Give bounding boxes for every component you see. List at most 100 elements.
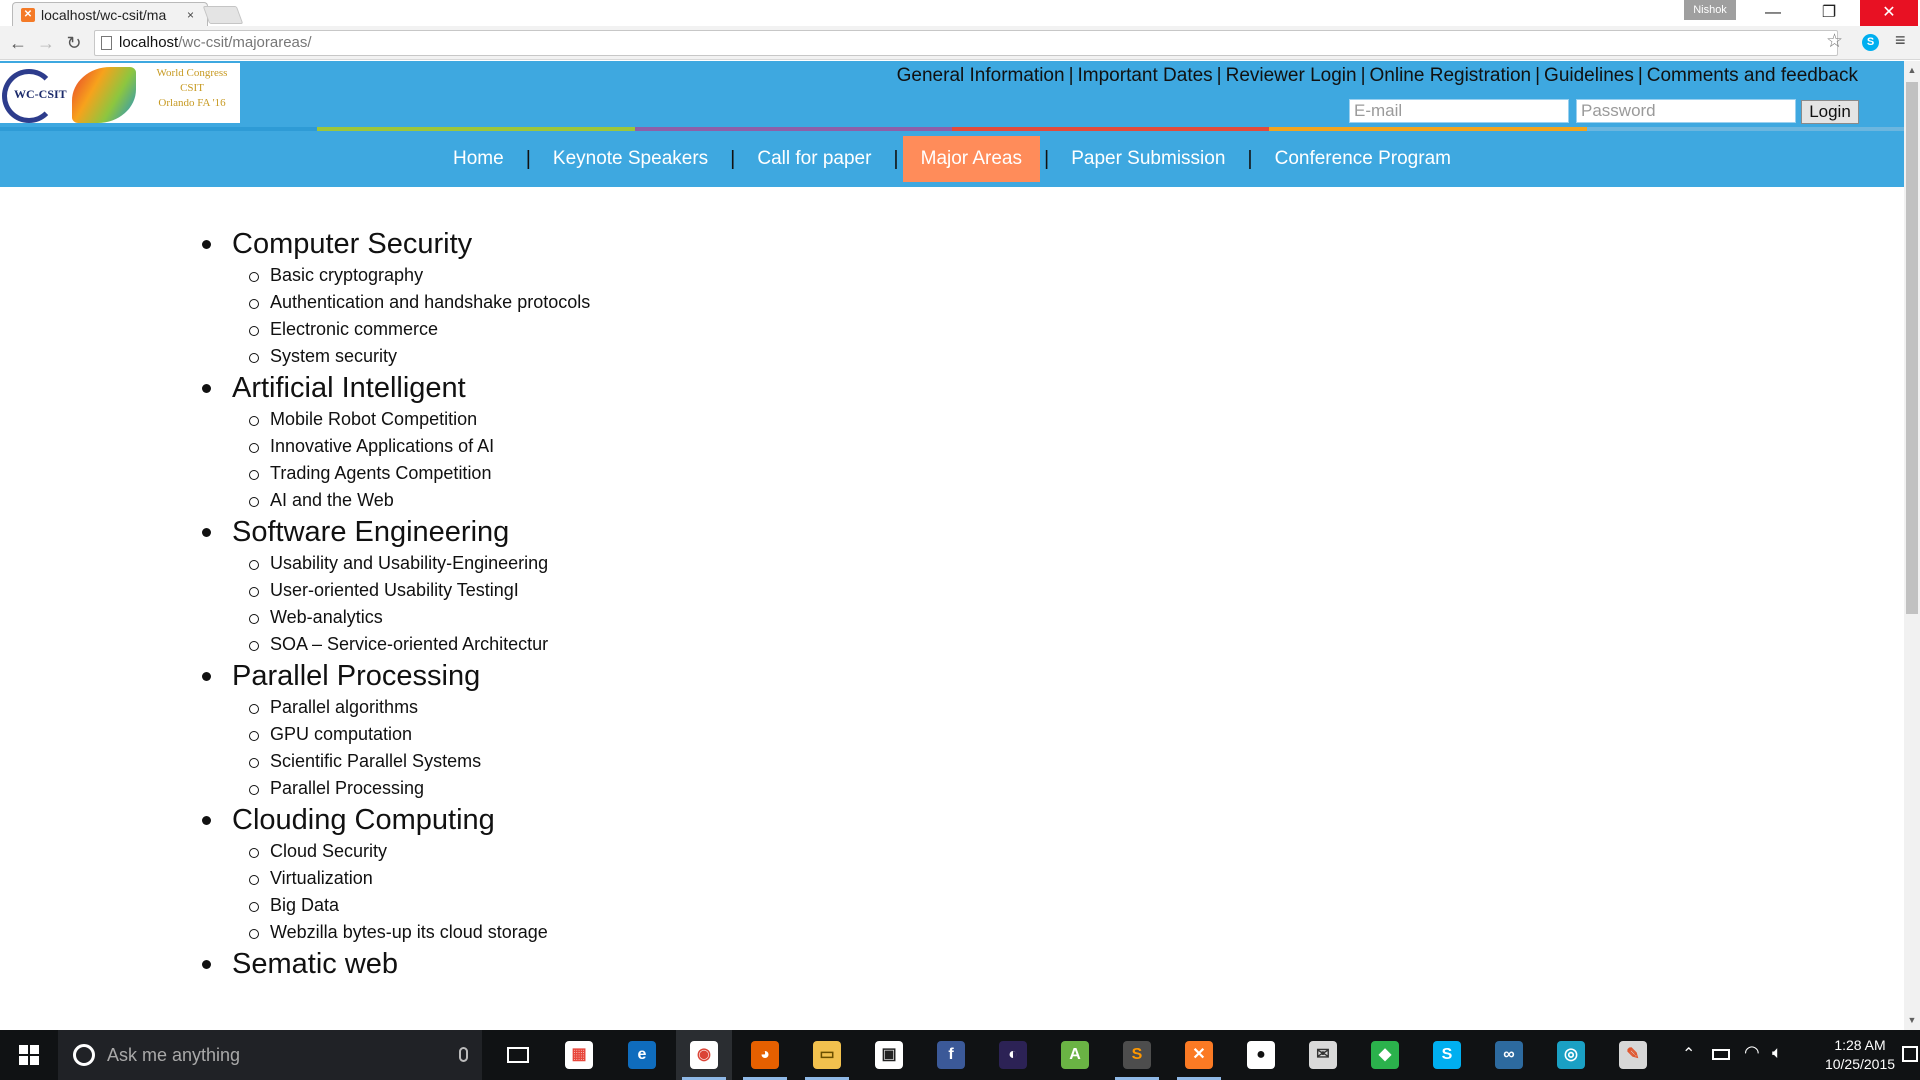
address-bar[interactable]: localhost/wc-csit/majorareas/ — [94, 30, 1838, 56]
main-nav: Home | Keynote Speakers | Call for paper… — [0, 131, 1904, 187]
restore-button[interactable]: ❐ — [1800, 0, 1858, 26]
link-guidelines[interactable]: Guidelines — [1544, 65, 1634, 86]
taskbar-eclipse[interactable]: ◐ — [985, 1030, 1041, 1080]
task-view-icon[interactable] — [507, 1047, 529, 1063]
taskbar-store-grid[interactable]: ▦ — [551, 1030, 607, 1080]
area-topic: Trading Agents Competition — [249, 460, 1132, 487]
link-comments-feedback[interactable]: Comments and feedback — [1647, 65, 1858, 86]
taskbar-android-studio[interactable]: A — [1047, 1030, 1103, 1080]
bookmark-star-icon[interactable]: ☆ — [1826, 30, 1843, 53]
link-important-dates[interactable]: Important Dates — [1078, 65, 1213, 86]
nav-keynote-speakers[interactable]: Keynote Speakers — [535, 136, 726, 182]
new-tab-button[interactable] — [202, 6, 244, 24]
minimize-button[interactable]: — — [1744, 0, 1802, 26]
site-logo[interactable]: WC-CSIT World Congress CSIT Orlando FA '… — [0, 63, 240, 123]
separator: | — [1637, 65, 1643, 86]
globe-icon: ◎ — [1557, 1041, 1585, 1069]
taskbar-edge[interactable]: e — [614, 1030, 670, 1080]
area-topic: Cloud Security — [249, 838, 1132, 865]
skype-extension-icon[interactable]: S — [1862, 34, 1879, 51]
link-reviewer-login[interactable]: Reviewer Login — [1226, 65, 1357, 86]
link-general-information[interactable]: General Information — [897, 65, 1065, 86]
page-icon — [101, 36, 112, 50]
taskbar-file-explorer[interactable]: ▭ — [799, 1030, 855, 1080]
tab-title: localhost/wc-csit/ma — [41, 6, 167, 23]
scroll-down-arrow-icon[interactable]: ▼ — [1904, 1012, 1920, 1028]
nav-home[interactable]: Home — [435, 136, 522, 182]
action-center-icon[interactable] — [1902, 1046, 1918, 1062]
taskbar-windows-store[interactable]: ▣ — [861, 1030, 917, 1080]
cortana-search-box[interactable]: Ask me anything — [58, 1030, 482, 1080]
scroll-thumb[interactable] — [1906, 82, 1918, 614]
close-window-button[interactable]: ✕ — [1860, 0, 1918, 26]
clock[interactable]: 1:28 AM 10/25/2015 — [1820, 1036, 1900, 1074]
area-topic: Scientific Parallel Systems — [249, 748, 1132, 775]
sublime-text-icon: S — [1123, 1041, 1151, 1069]
browser-tab[interactable]: ✕ localhost/wc-csit/ma × — [12, 2, 208, 26]
start-button[interactable] — [0, 1030, 58, 1080]
taskbar-firefox[interactable]: ◕ — [737, 1030, 793, 1080]
forward-arrow-icon[interactable]: → — [34, 32, 58, 54]
chrome-menu-icon[interactable]: ≡ — [1895, 30, 1906, 51]
xampp-favicon-icon: ✕ — [21, 7, 35, 22]
github-icon: ● — [1247, 1041, 1275, 1069]
logo-abbr: WC-CSIT — [14, 87, 67, 101]
area-topic: Big Data — [249, 892, 1132, 919]
firefox-icon: ◕ — [751, 1041, 779, 1069]
area-title: Artificial Intelligent — [202, 370, 1132, 406]
back-arrow-icon[interactable]: ← — [6, 32, 30, 54]
taskbar-globe[interactable]: ◎ — [1543, 1030, 1599, 1080]
taskbar-chrome[interactable]: ◉ — [676, 1030, 732, 1080]
separator: | — [1360, 65, 1366, 86]
nav-major-areas[interactable]: Major Areas — [902, 136, 1040, 182]
taskbar-github[interactable]: ● — [1233, 1030, 1289, 1080]
microphone-icon[interactable] — [459, 1047, 468, 1062]
area-topic: User-oriented Usability TestingI — [249, 577, 1132, 604]
nav-call-for-paper[interactable]: Call for paper — [739, 136, 889, 182]
nav-conference-program[interactable]: Conference Program — [1257, 136, 1469, 182]
taskbar-visual-studio[interactable]: ∞ — [1481, 1030, 1537, 1080]
battery-icon[interactable] — [1712, 1049, 1730, 1060]
taskbar-xampp[interactable]: ✕ — [1171, 1030, 1227, 1080]
tab-close-icon[interactable]: × — [187, 8, 194, 22]
link-online-registration[interactable]: Online Registration — [1370, 65, 1532, 86]
login-button[interactable]: Login — [1801, 100, 1859, 124]
taskbar-paint[interactable]: ✎ — [1605, 1030, 1661, 1080]
wifi-icon[interactable]: ◠ — [1744, 1042, 1760, 1063]
nav-separator: | — [525, 147, 531, 170]
taskbar-feedly[interactable]: ◆ — [1357, 1030, 1413, 1080]
logo-leaf-icon — [72, 67, 136, 123]
area-topic: SOA – Service-oriented Architectur — [249, 631, 1132, 658]
area-section: Computer Security Basic cryptography Authe… — [202, 226, 1132, 370]
taskbar-sublime-text[interactable]: S — [1109, 1030, 1165, 1080]
nav-separator: | — [1247, 147, 1253, 170]
area-title: Computer Security — [202, 226, 1132, 262]
nav-paper-submission[interactable]: Paper Submission — [1053, 136, 1243, 182]
area-topic: Web-analytics — [249, 604, 1132, 631]
nav-separator: | — [730, 147, 736, 170]
android-studio-icon: A — [1061, 1041, 1089, 1069]
area-topic: Usability and Usability-Engineering — [249, 550, 1132, 577]
volume-icon[interactable]: 🔈︎ — [1772, 1043, 1782, 1063]
taskbar-skype[interactable]: S — [1419, 1030, 1475, 1080]
profile-name[interactable]: Nishok — [1684, 0, 1736, 20]
area-topic: Parallel algorithms — [249, 694, 1132, 721]
logo-line-1: World Congress — [156, 67, 228, 79]
area-title: Software Engineering — [202, 514, 1132, 550]
area-topic: Parallel Processing — [249, 775, 1132, 802]
scroll-up-arrow-icon[interactable]: ▲ — [1904, 62, 1920, 78]
cortana-circle-icon — [73, 1044, 95, 1066]
mail-icon: ✉ — [1309, 1041, 1337, 1069]
logo-line-2: CSIT — [180, 82, 204, 94]
windows-taskbar: Ask me anything ▦ e ◉ ◕ ▭ ▣ f ◐ A S ✕ ● ✉ ◆ S ∞ ◎ ✎ ⌃ ◠ 🔈… — [0, 1030, 1920, 1080]
skype-icon: S — [1433, 1041, 1461, 1069]
taskbar-mail[interactable]: ✉ — [1295, 1030, 1351, 1080]
password-input[interactable] — [1576, 99, 1796, 123]
search-placeholder: Ask me anything — [107, 1044, 241, 1065]
taskbar-facebook[interactable]: f — [923, 1030, 979, 1080]
reload-icon[interactable]: ↻ — [62, 32, 86, 54]
area-topic: Virtualization — [249, 865, 1132, 892]
area-title: Parallel Processing — [202, 658, 1132, 694]
email-input[interactable] — [1349, 99, 1569, 123]
tray-chevron-up-icon[interactable]: ⌃ — [1682, 1044, 1695, 1064]
